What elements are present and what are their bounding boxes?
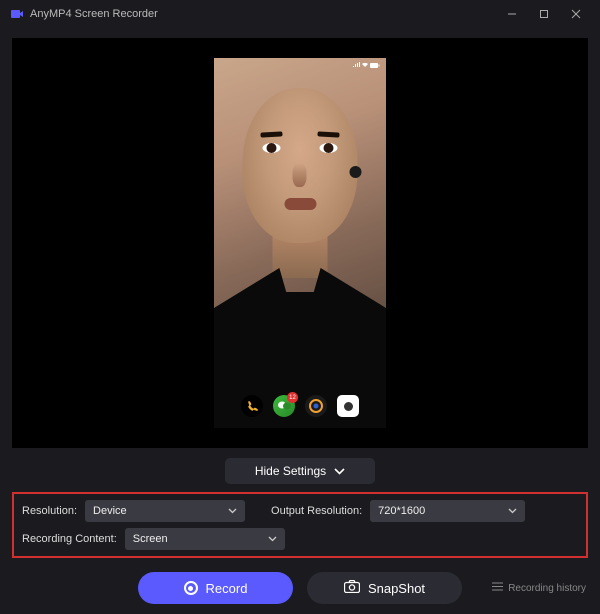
settings-row-1: Resolution: Device Output Resolution: 72… [22,500,578,522]
snapshot-button[interactable]: SnapShot [307,572,462,604]
chevron-down-icon [334,468,345,475]
output-resolution-dropdown[interactable]: 720*1600 [370,500,525,522]
output-resolution-label: Output Resolution: [271,505,362,517]
chevron-down-icon [268,536,277,542]
browser-app-icon [305,395,327,417]
window-controls [498,4,590,24]
settings-row-2: Recording Content: Screen [22,528,578,550]
chevron-down-icon [508,508,517,514]
camera-icon [344,580,360,596]
list-icon [492,582,503,594]
history-label: Recording history [508,583,586,594]
phone-dock [214,392,386,420]
hide-settings-label: Hide Settings [255,464,326,478]
close-button[interactable] [562,4,590,24]
titlebar-left: AnyMP4 Screen Recorder [10,7,158,21]
resolution-label: Resolution: [22,505,77,517]
minimize-button[interactable] [498,4,526,24]
content-area: Hide Settings Resolution: Device Output … [0,28,600,558]
phone-app-icon [241,395,263,417]
resolution-dropdown[interactable]: Device [85,500,245,522]
bottom-bar: Record SnapShot Recording history [0,558,600,614]
portrait-face [243,88,358,243]
titlebar: AnyMP4 Screen Recorder [0,0,600,28]
preview-panel [12,38,588,448]
app-title: AnyMP4 Screen Recorder [30,8,158,20]
phone-status-bar [214,58,386,72]
signal-icon [353,62,360,68]
settings-panel: Resolution: Device Output Resolution: 72… [12,492,588,558]
battery-icon [370,63,380,68]
recording-content-value: Screen [133,533,168,545]
maximize-button[interactable] [530,4,558,24]
status-indicators [353,62,380,68]
camera-app-icon [337,395,359,417]
chevron-down-icon [228,508,237,514]
recording-content-label: Recording Content: [22,533,117,545]
hide-settings-button[interactable]: Hide Settings [225,458,375,484]
record-button[interactable]: Record [138,572,293,604]
app-logo-icon [10,7,24,21]
wifi-icon [362,62,368,68]
resolution-value: Device [93,505,127,517]
record-icon [184,581,198,595]
snapshot-label: SnapShot [368,581,425,596]
record-label: Record [206,581,248,596]
recording-content-dropdown[interactable]: Screen [125,528,285,550]
recording-history-link[interactable]: Recording history [492,582,586,594]
phone-mirror [214,58,386,428]
output-resolution-value: 720*1600 [378,505,425,517]
messages-app-icon [273,395,295,417]
